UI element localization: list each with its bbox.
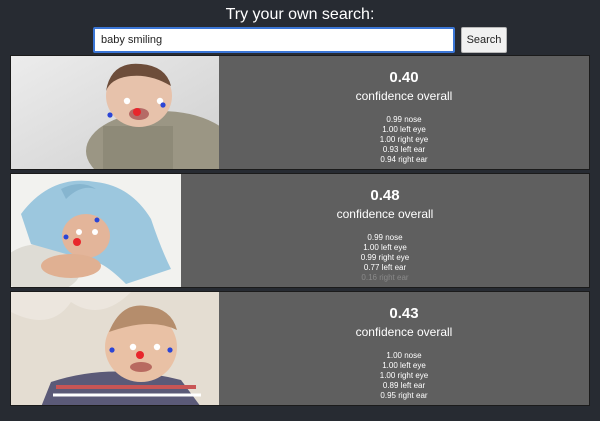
ear-marker: [160, 102, 166, 108]
score-label: confidence overall: [355, 89, 453, 103]
result-info: 0.40 confidence overall 0.99 nose 1.00 l…: [219, 56, 589, 169]
keypoint-confidence: 0.99 nose: [367, 233, 403, 242]
ear-marker: [94, 217, 100, 223]
keypoint-confidence: 1.00 right eye: [379, 371, 429, 380]
ear-marker: [167, 347, 173, 353]
keypoint-confidence: 0.94 right ear: [380, 155, 428, 164]
eye-marker: [123, 97, 131, 105]
keypoint-confidence: 0.95 right ear: [380, 391, 428, 400]
result-info: 0.43 confidence overall 1.00 nose 1.00 l…: [219, 292, 589, 405]
result-card: 0.48 confidence overall 0.99 nose 1.00 l…: [10, 173, 590, 288]
keypoint-confidence: 1.00 left eye: [382, 125, 426, 134]
result-card: 0.40 confidence overall 0.99 nose 1.00 l…: [10, 55, 590, 170]
keypoint-confidence: 1.00 right eye: [379, 135, 429, 144]
overall-score: 0.48: [370, 187, 400, 204]
ear-marker: [109, 347, 115, 353]
baby-photo: [11, 292, 219, 405]
keypoint-confidence: 0.16 right ear: [361, 273, 409, 282]
keypoint-confidence: 0.93 left ear: [382, 145, 426, 154]
eye-marker: [92, 229, 98, 235]
baby-photo: [11, 174, 181, 287]
keypoint-confidence: 0.99 nose: [386, 115, 422, 124]
result-card: 0.43 confidence overall 1.00 nose 1.00 l…: [10, 291, 590, 406]
nose-marker: [136, 351, 144, 359]
search-input[interactable]: [93, 27, 455, 53]
keypoint-confidence: 0.99 right eye: [360, 253, 410, 262]
page-title: Try your own search:: [225, 6, 375, 23]
eye-marker: [76, 229, 82, 235]
eye-marker: [129, 343, 137, 351]
nose-marker: [73, 238, 81, 246]
keypoint-list: 1.00 nose 1.00 left eye 1.00 right eye 0…: [219, 351, 589, 401]
ear-marker: [107, 112, 113, 118]
score-label: confidence overall: [355, 325, 453, 339]
keypoint-confidence: 1.00 nose: [386, 351, 422, 360]
score-label: confidence overall: [336, 207, 434, 221]
baby-photo: [11, 56, 219, 169]
search-bar: Search: [93, 27, 507, 53]
keypoint-list: 0.99 nose 1.00 left eye 0.99 right eye 0…: [181, 233, 589, 283]
keypoint-list: 0.99 nose 1.00 left eye 1.00 right eye 0…: [219, 115, 589, 165]
ear-marker: [63, 234, 69, 240]
result-info: 0.48 confidence overall 0.99 nose 1.00 l…: [181, 174, 589, 287]
nose-marker: [133, 108, 141, 116]
keypoint-confidence: 0.77 left ear: [363, 263, 407, 272]
keypoint-confidence: 1.00 left eye: [382, 361, 426, 370]
keypoint-confidence: 1.00 left eye: [363, 243, 407, 252]
overall-score: 0.43: [389, 305, 419, 322]
results-list: 0.40 confidence overall 0.99 nose 1.00 l…: [10, 55, 590, 409]
eye-marker: [153, 343, 161, 351]
overall-score: 0.40: [389, 69, 419, 86]
search-button[interactable]: Search: [461, 27, 507, 53]
keypoint-confidence: 0.89 left ear: [382, 381, 426, 390]
